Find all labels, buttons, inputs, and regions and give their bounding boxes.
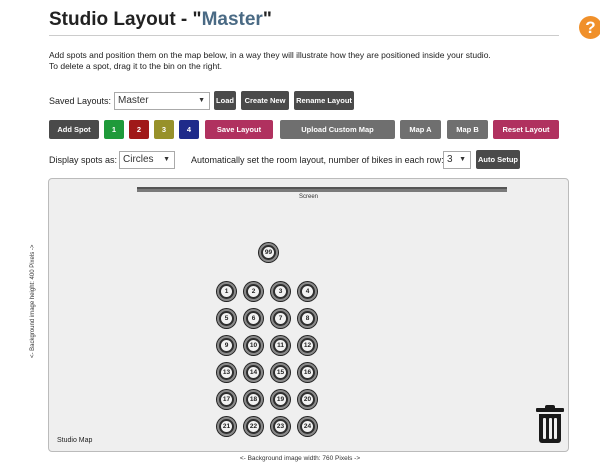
create-new-button[interactable]: Create New: [241, 91, 289, 110]
spot-number: 8: [302, 313, 313, 324]
auto-layout-label: Automatically set the room layout, numbe…: [191, 155, 444, 165]
title-prefix: Studio Layout -: [49, 9, 193, 30]
spot-number: 2: [248, 286, 259, 297]
display-spots-value: Circles: [123, 154, 154, 165]
saved-layouts-select[interactable]: Master ▼: [114, 92, 210, 110]
spot-number: 14: [248, 367, 259, 378]
spot-number: 22: [248, 421, 259, 432]
upload-custom-map-button[interactable]: Upload Custom Map: [280, 120, 395, 139]
spot-21[interactable]: 21: [217, 417, 236, 436]
bin-lid: [536, 408, 564, 412]
background-height-label: <- Background image height: 400 Pixels -…: [30, 244, 36, 358]
spot-10[interactable]: 10: [244, 336, 263, 355]
spot-number: 21: [221, 421, 232, 432]
spot-12[interactable]: 12: [298, 336, 317, 355]
trash-bin-icon[interactable]: [536, 405, 564, 445]
page-title: Studio Layout - "Master": [49, 9, 272, 31]
spot-number: 13: [221, 367, 232, 378]
spot-type-3-button[interactable]: 3: [154, 120, 174, 139]
spot-number: 24: [302, 421, 313, 432]
studio-map[interactable]: Screen 99 1 2 3 4 5 6 7 8 9 10 11 12 13 14 15 16 17 18 19 20…: [48, 178, 569, 452]
rename-layout-button[interactable]: Rename Layout: [294, 91, 354, 110]
studio-map-label: Studio Map: [57, 437, 93, 444]
saved-layouts-label: Saved Layouts:: [49, 96, 112, 106]
spot-number: 3: [275, 286, 286, 297]
spot-15[interactable]: 15: [271, 363, 290, 382]
chevron-down-icon: ▼: [163, 156, 170, 163]
spot-16[interactable]: 16: [298, 363, 317, 382]
spot-number: 5: [221, 313, 232, 324]
display-spots-select[interactable]: Circles ▼: [119, 151, 175, 169]
save-layout-button[interactable]: Save Layout: [205, 120, 273, 139]
spot-9[interactable]: 9: [217, 336, 236, 355]
spot-type-1-button[interactable]: 1: [104, 120, 124, 139]
reset-layout-button[interactable]: Reset Layout: [493, 120, 559, 139]
spot-number: 4: [302, 286, 313, 297]
map-a-button[interactable]: Map A: [400, 120, 441, 139]
spot-8[interactable]: 8: [298, 309, 317, 328]
spot-17[interactable]: 17: [217, 390, 236, 409]
auto-setup-button[interactable]: Auto Setup: [476, 150, 520, 169]
bin-stripe: [543, 418, 546, 439]
spot-20[interactable]: 20: [298, 390, 317, 409]
spot-type-2-button[interactable]: 2: [129, 120, 149, 139]
instructions: Add spots and position them on the map b…: [49, 50, 491, 72]
spot-18[interactable]: 18: [244, 390, 263, 409]
chevron-down-icon: ▼: [198, 97, 205, 104]
spot-number: 17: [221, 394, 232, 405]
chevron-down-icon: ▼: [459, 156, 466, 163]
spot-24[interactable]: 24: [298, 417, 317, 436]
background-width-label: <- Background image width: 760 Pixels ->: [239, 455, 361, 462]
saved-layouts-value: Master: [118, 95, 149, 106]
spot-number: 23: [275, 421, 286, 432]
spot-99[interactable]: 99: [259, 243, 278, 262]
spot-number: 7: [275, 313, 286, 324]
display-spots-label: Display spots as:: [49, 155, 118, 165]
spot-22[interactable]: 22: [244, 417, 263, 436]
bikes-per-row-value: 3: [447, 154, 453, 165]
title-row: Studio Layout - "Master" ?: [49, 8, 600, 39]
instructions-line-1: Add spots and position them on the map b…: [49, 50, 491, 60]
spot-number: 15: [275, 367, 286, 378]
bin-stripe: [548, 418, 552, 439]
bin-stripe: [554, 418, 557, 439]
spot-number: 99: [263, 247, 274, 258]
spot-13[interactable]: 13: [217, 363, 236, 382]
spot-7[interactable]: 7: [271, 309, 290, 328]
spot-number: 10: [248, 340, 259, 351]
spot-number: 16: [302, 367, 313, 378]
bikes-per-row-select[interactable]: 3 ▼: [443, 151, 471, 169]
screen-label: Screen: [298, 194, 318, 200]
instructions-line-2: To delete a spot, drag it to the bin on …: [49, 61, 222, 71]
spot-number: 6: [248, 313, 259, 324]
spot-23[interactable]: 23: [271, 417, 290, 436]
spot-number: 9: [221, 340, 232, 351]
layout-name: Master: [201, 9, 263, 30]
spot-19[interactable]: 19: [271, 390, 290, 409]
spot-3[interactable]: 3: [271, 282, 290, 301]
spot-14[interactable]: 14: [244, 363, 263, 382]
spot-number: 18: [248, 394, 259, 405]
spot-number: 12: [302, 340, 313, 351]
spot-4[interactable]: 4: [298, 282, 317, 301]
spot-number: 11: [275, 340, 286, 351]
spot-number: 1: [221, 286, 232, 297]
title-quote-open: ": [192, 9, 202, 30]
spot-6[interactable]: 6: [244, 309, 263, 328]
bin-body: [539, 414, 561, 443]
load-button[interactable]: Load: [214, 91, 236, 110]
title-quote-close: ": [262, 9, 272, 30]
screen-bar: [137, 187, 507, 192]
spot-number: 19: [275, 394, 286, 405]
add-spot-button[interactable]: Add Spot: [49, 120, 99, 139]
help-question-circle-icon[interactable]: ?: [579, 16, 600, 39]
spot-number: 20: [302, 394, 313, 405]
spot-1[interactable]: 1: [217, 282, 236, 301]
map-b-button[interactable]: Map B: [447, 120, 488, 139]
spot-2[interactable]: 2: [244, 282, 263, 301]
spot-type-4-button[interactable]: 4: [179, 120, 199, 139]
spot-5[interactable]: 5: [217, 309, 236, 328]
spot-11[interactable]: 11: [271, 336, 290, 355]
